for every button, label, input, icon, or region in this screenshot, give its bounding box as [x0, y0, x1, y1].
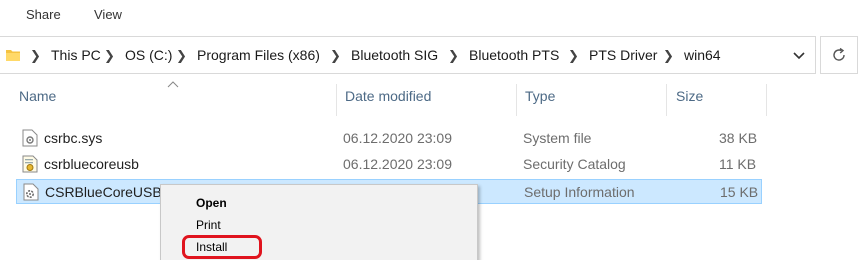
column-divider[interactable] [666, 84, 667, 116]
breadcrumb-os-c[interactable]: OS (C:) [125, 47, 172, 63]
file-size: 15 KB [720, 184, 759, 200]
ribbon: Share View [0, 0, 865, 30]
system-file-icon [22, 129, 38, 147]
breadcrumb-program-files[interactable]: Program Files (x86) [197, 47, 320, 63]
file-type: System file [523, 130, 592, 146]
breadcrumb-separator-icon[interactable]: ❯ [448, 48, 459, 64]
file-name: CSRBlueCoreUSB [45, 184, 162, 200]
file-type: Security Catalog [523, 156, 626, 172]
column-divider[interactable] [516, 84, 517, 116]
address-bar[interactable]: ❯ This PC ❯ OS (C:) ❯ Program Files (x86… [0, 36, 816, 74]
setup-information-icon [23, 183, 39, 201]
breadcrumb-separator-icon[interactable]: ❯ [568, 48, 579, 64]
file-name: csrbluecoreusb [44, 156, 139, 172]
column-header-date-modified[interactable]: Date modified [343, 88, 431, 114]
file-row[interactable]: csrbc.sys 06.12.2020 23:09 System file 3… [16, 126, 762, 151]
file-date: 06.12.2020 23:09 [343, 130, 452, 146]
install-highlight-annotation [182, 235, 262, 259]
breadcrumb-bluetooth-sig[interactable]: Bluetooth SIG [351, 47, 438, 63]
file-row[interactable]: csrbluecoreusb 06.12.2020 23:09 Security… [16, 152, 762, 177]
context-menu: Open Print Install [160, 184, 478, 260]
sort-ascending-icon [167, 81, 179, 88]
security-catalog-icon [22, 155, 38, 173]
breadcrumb-separator-icon[interactable]: ❯ [104, 48, 115, 64]
refresh-button[interactable] [820, 36, 858, 74]
breadcrumb-separator-icon[interactable]: ❯ [663, 48, 674, 64]
folder-icon [6, 48, 20, 62]
breadcrumb-pts-driver[interactable]: PTS Driver [589, 47, 657, 63]
address-row: ❯ This PC ❯ OS (C:) ❯ Program Files (x86… [0, 34, 865, 74]
tab-share[interactable]: Share [26, 7, 61, 22]
breadcrumb-separator-icon[interactable]: ❯ [330, 48, 341, 64]
column-header-name[interactable]: Name [17, 88, 56, 114]
column-header-size[interactable]: Size [674, 88, 703, 114]
refresh-icon [833, 47, 845, 61]
file-type: Setup Information [524, 184, 635, 200]
column-divider[interactable] [336, 84, 337, 116]
file-size: 11 KB [719, 156, 757, 172]
breadcrumb-separator-icon[interactable]: ❯ [176, 48, 187, 64]
context-menu-open[interactable]: Open [196, 196, 227, 210]
column-divider[interactable] [766, 84, 767, 116]
column-header-type[interactable]: Type [523, 88, 555, 114]
chevron-down-icon[interactable] [790, 48, 808, 64]
breadcrumb-this-pc[interactable]: This PC [51, 47, 101, 63]
file-date: 06.12.2020 23:09 [343, 156, 452, 172]
breadcrumb-bluetooth-pts[interactable]: Bluetooth PTS [469, 47, 559, 63]
file-size: 38 KB [719, 130, 758, 146]
file-name: csrbc.sys [44, 130, 103, 146]
tab-view[interactable]: View [94, 7, 122, 22]
context-menu-print[interactable]: Print [196, 218, 221, 232]
breadcrumb-separator-icon[interactable]: ❯ [30, 48, 41, 64]
breadcrumb-win64[interactable]: win64 [684, 47, 721, 63]
